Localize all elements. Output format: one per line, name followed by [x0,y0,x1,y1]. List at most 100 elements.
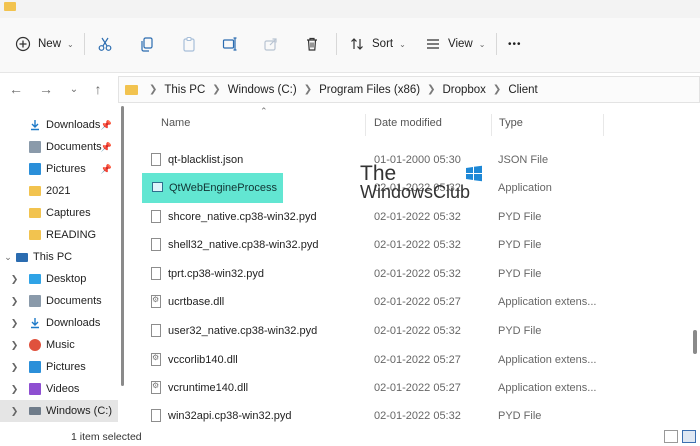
sort-caret-icon: ⌃ [260,106,268,116]
column-divider[interactable] [365,114,366,136]
chevron-right-icon[interactable]: ❯ [0,384,29,395]
chevron-right-icon[interactable]: ❯ [0,296,29,307]
new-button[interactable]: New ⌄ [14,31,74,57]
folder-icon [125,84,138,95]
toolbar-divider [336,33,337,55]
file-row[interactable]: ucrtbase.dll 02-01-2022 05:27 Applicatio… [127,288,700,316]
file-list-scrollbar[interactable] [693,330,697,354]
command-bar: New ⌄ Sort ⌄ View ⌄ ••• [0,18,700,73]
view-lines-icon [424,35,442,53]
delete-button[interactable] [303,31,321,57]
desktop-icon [29,274,41,284]
back-arrow-icon[interactable]: ← [7,80,25,98]
sidebar-item-this-pc[interactable]: ⌄ This PC [0,246,118,268]
file-date: 02-01-2022 05:27 [374,382,461,394]
column-header-type[interactable]: Type [499,117,523,129]
status-bar: 1 item selected [0,428,700,446]
sidebar-item-pictures-pc[interactable]: ❯ Pictures [0,356,118,378]
breadcrumb-dropbox[interactable]: Dropbox [442,84,485,96]
share-icon [262,35,280,53]
sidebar-scrollbar[interactable] [121,106,124,386]
forward-arrow-icon[interactable]: → [37,80,55,98]
breadcrumb-program-files[interactable]: Program Files (x86) [319,84,420,96]
file-row[interactable]: user32_native.cp38-win32.pyd 02-01-2022 … [127,317,700,345]
tiles-view-icon[interactable] [682,430,696,443]
view-button[interactable]: View ⌄ [424,31,485,57]
column-divider[interactable] [491,114,492,136]
sidebar-item-label: Pictures [46,163,86,175]
more-options-button[interactable]: ••• [508,31,522,57]
sidebar-item-music[interactable]: ❯ Music [0,334,118,356]
chevron-right-icon[interactable]: ❯ [0,318,29,329]
sidebar-item-pictures[interactable]: Pictures 📌 [0,158,118,180]
column-header-date[interactable]: Date modified [374,117,442,129]
share-button[interactable] [262,31,280,57]
sidebar-item-captures[interactable]: Captures [0,202,118,224]
sidebar-item-2021[interactable]: 2021 [0,180,118,202]
sidebar-item-label: READING [46,229,97,241]
sidebar-item-label: Downloads [46,317,101,329]
file-name: ucrtbase.dll [168,296,225,308]
file-row[interactable]: vccorlib140.dll 02-01-2022 05:27 Applica… [127,346,700,374]
recent-chevron-icon[interactable]: ⌄ [65,80,83,98]
sidebar-item-documents[interactable]: Documents 📌 [0,136,118,158]
pin-icon: 📌 [100,119,112,130]
chevron-right-icon: ❯ [427,84,436,95]
sort-button[interactable]: Sort ⌄ [348,31,406,57]
sidebar-item-label: Captures [46,207,91,219]
view-button-label: View [448,38,473,50]
scissors-icon [96,35,114,53]
details-view-icon[interactable] [664,430,678,443]
chevron-right-icon[interactable]: ❯ [0,362,29,373]
file-icon [151,324,161,337]
column-header-name[interactable]: Name [161,117,190,129]
chevron-right-icon[interactable]: ❯ [0,340,29,351]
sidebar-item-videos[interactable]: ❯ Videos [0,378,118,400]
pin-icon: 📌 [100,141,112,152]
file-type: PYD File [498,410,542,422]
sidebar-item-downloads[interactable]: Downloads 📌 [0,114,118,136]
sidebar-item-label: Documents [46,141,102,153]
pictures-icon [29,361,41,373]
sidebar-item-label: Downloads [46,119,101,131]
file-name: win32api.cp38-win32.pyd [168,410,292,422]
cut-button[interactable] [96,31,114,57]
file-row[interactable]: shcore_native.cp38-win32.pyd 02-01-2022 … [127,203,700,231]
dll-file-icon [151,381,161,394]
breadcrumb-windows-c[interactable]: Windows (C:) [228,84,297,96]
file-row[interactable]: tprt.cp38-win32.pyd 02-01-2022 05:32 PYD… [127,260,700,288]
chevron-right-icon: ❯ [492,84,502,95]
breadcrumb-client[interactable]: Client [508,84,537,96]
file-type: Application extens... [498,382,597,394]
file-type: JSON File [498,154,549,166]
sidebar-item-windows-c[interactable]: ❯ Windows (C:) [0,400,118,422]
watermark-line2: WindowsClub [360,182,471,202]
copy-button[interactable] [138,31,156,57]
file-row[interactable]: vcruntime140.dll 02-01-2022 05:27 Applic… [127,374,700,402]
rename-button[interactable] [221,31,239,57]
sidebar-item-documents-pc[interactable]: ❯ Documents [0,290,118,312]
download-arrow-icon [29,317,41,329]
chevron-down-icon[interactable]: ⌄ [0,252,16,263]
column-divider[interactable] [603,114,604,136]
file-row[interactable]: win32api.cp38-win32.pyd 02-01-2022 05:32… [127,402,700,428]
breadcrumb-this-pc[interactable]: This PC [164,84,205,96]
sidebar-item-downloads-pc[interactable]: ❯ Downloads [0,312,118,334]
file-type: Application [498,182,552,194]
breadcrumb[interactable]: ❯ This PC ❯ Windows (C:) ❯ Program Files… [118,76,700,103]
sort-button-label: Sort [372,38,394,50]
chevron-right-icon[interactable]: ❯ [0,274,29,285]
file-name: shcore_native.cp38-win32.pyd [168,211,317,223]
up-arrow-icon[interactable]: ↑ [89,80,107,98]
file-row[interactable]: qt-blacklist.json 01-01-2000 05:30 JSON … [127,146,700,174]
chevron-down-icon: ⌄ [67,39,74,49]
file-name: user32_native.cp38-win32.pyd [168,325,318,337]
file-row[interactable]: shell32_native.cp38-win32.pyd 02-01-2022… [127,231,700,259]
sidebar-item-reading[interactable]: READING [0,224,118,246]
chevron-right-icon[interactable]: ❯ [0,406,29,417]
sidebar-item-desktop[interactable]: ❯ Desktop [0,268,118,290]
file-type: Application extens... [498,296,597,308]
paste-button[interactable] [180,31,198,57]
file-name: shell32_native.cp38-win32.pyd [168,239,319,251]
file-type: PYD File [498,268,542,280]
